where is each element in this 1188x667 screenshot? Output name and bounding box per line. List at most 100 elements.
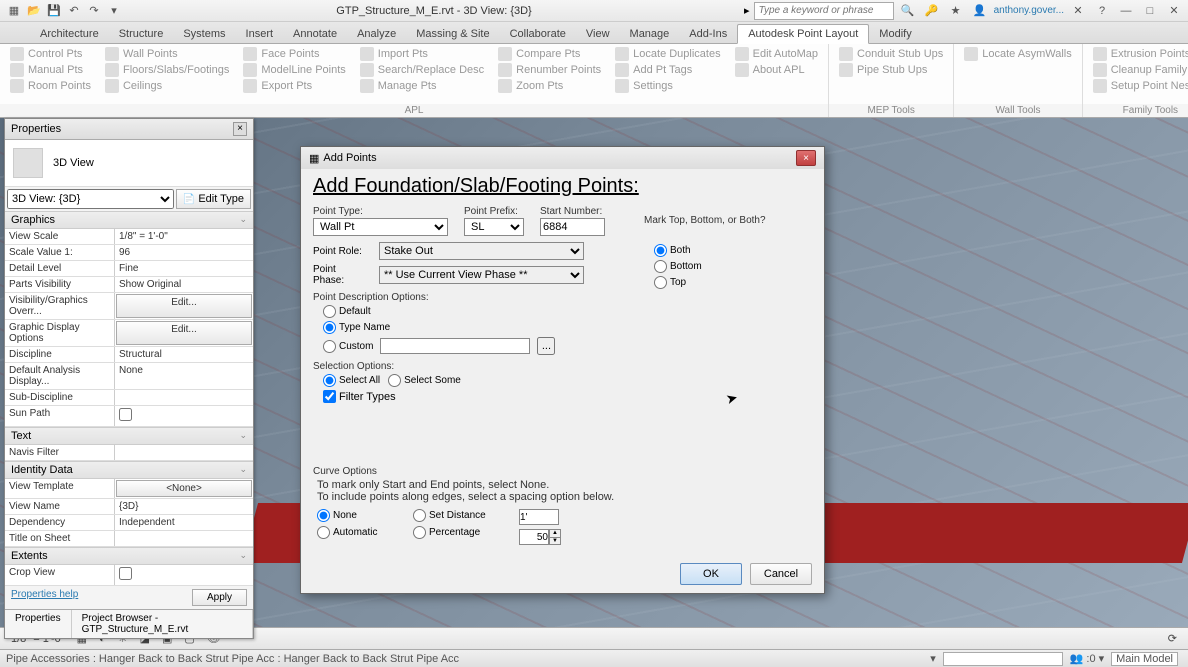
desc-option-custom[interactable]: Custom ...	[323, 337, 804, 355]
mark-option-bottom[interactable]: Bottom	[654, 260, 796, 273]
user-name[interactable]: anthony.gover...	[994, 5, 1064, 16]
prop-value[interactable]	[115, 406, 253, 426]
edit-type-button[interactable]: 📄 Edit Type	[176, 189, 251, 209]
ribbon-btn-add-pt-tags[interactable]: Add Pt Tags	[611, 62, 724, 78]
tab-annotate[interactable]: Annotate	[283, 25, 347, 43]
ribbon-btn-manual-pts[interactable]: Manual Pts	[6, 62, 95, 78]
apply-button[interactable]: Apply	[192, 589, 247, 606]
prop-row[interactable]: Sun Path	[5, 406, 253, 427]
workset-name[interactable]: Main Model	[1111, 652, 1178, 666]
tab-add-ins[interactable]: Add-Ins	[679, 25, 737, 43]
help-icon[interactable]: ?	[1094, 3, 1110, 19]
doc-tab[interactable]: Properties	[5, 610, 72, 638]
tab-architecture[interactable]: Architecture	[30, 25, 109, 43]
prop-value[interactable]: {3D}	[115, 499, 253, 514]
prop-value[interactable]	[115, 565, 253, 585]
ribbon-btn-control-pts[interactable]: Control Pts	[6, 46, 95, 62]
undo-icon[interactable]: ↶	[66, 3, 82, 19]
prop-value[interactable]: Independent	[115, 515, 253, 530]
spinner-up-icon[interactable]: ▲	[550, 530, 560, 537]
workset-dropdown-icon[interactable]: ▾	[1096, 652, 1108, 665]
spinner-down-icon[interactable]: ▼	[550, 537, 560, 544]
prop-value[interactable]: Show Original	[115, 277, 253, 292]
prop-value[interactable]: Edit...	[116, 294, 252, 318]
ribbon-btn-about-apl[interactable]: About APL	[731, 62, 822, 78]
sel-option-select-some[interactable]: Select Some	[388, 374, 461, 387]
tab-systems[interactable]: Systems	[173, 25, 235, 43]
ribbon-btn-pipe-stub-ups[interactable]: Pipe Stub Ups	[835, 62, 947, 78]
ribbon-btn-import-pts[interactable]: Import Pts	[356, 46, 488, 62]
prop-category-extents[interactable]: Extents⌄	[5, 547, 253, 565]
redo-icon[interactable]: ↷	[86, 3, 102, 19]
point-role-select[interactable]: Stake Out	[379, 242, 584, 260]
prop-value[interactable]: 1/8" = 1'-0"	[115, 229, 253, 244]
tab-analyze[interactable]: Analyze	[347, 25, 406, 43]
ribbon-btn-cleanup-family[interactable]: Cleanup Family	[1089, 62, 1188, 78]
desc-option-type-name[interactable]: Type Name	[323, 321, 804, 334]
ribbon-btn-locate-asymwalls[interactable]: Locate AsymWalls	[960, 46, 1075, 62]
ribbon-btn-compare-pts[interactable]: Compare Pts	[494, 46, 605, 62]
properties-help-link[interactable]: Properties help	[11, 589, 78, 606]
selection-filter-icon[interactable]: ▾	[927, 652, 939, 665]
doc-tab[interactable]: Project Browser - GTP_Structure_M_E.rvt	[72, 610, 253, 638]
open-icon[interactable]: 📂	[26, 3, 42, 19]
ribbon-btn-locate-duplicates[interactable]: Locate Duplicates	[611, 46, 724, 62]
dialog-close-icon[interactable]: ×	[796, 150, 816, 166]
desc-option-default[interactable]: Default	[323, 305, 804, 318]
ribbon-btn-face-points[interactable]: Face Points	[239, 46, 349, 62]
distance-input[interactable]	[519, 509, 559, 525]
mark-option-top[interactable]: Top	[654, 276, 796, 289]
workset-icon[interactable]: 👥	[1067, 652, 1087, 665]
ribbon-btn-manage-pts[interactable]: Manage Pts	[356, 78, 488, 94]
prop-row[interactable]: Crop View	[5, 565, 253, 586]
prop-value[interactable]: None	[115, 363, 253, 389]
curve-option-automatic[interactable]: Automatic	[317, 526, 389, 539]
ribbon-btn-export-pts[interactable]: Export Pts	[239, 78, 349, 94]
tab-modify[interactable]: Modify	[869, 25, 921, 43]
filter-types-checkbox[interactable]: Filter Types	[323, 390, 396, 403]
ribbon-btn-wall-points[interactable]: Wall Points	[101, 46, 233, 62]
tab-insert[interactable]: Insert	[236, 25, 284, 43]
tab-autodesk-point-layout[interactable]: Autodesk Point Layout	[737, 24, 869, 44]
prop-category-text[interactable]: Text⌄	[5, 427, 253, 445]
mark-option-both[interactable]: Both	[654, 244, 796, 257]
view-instance-select[interactable]: 3D View: {3D}	[7, 189, 174, 209]
ribbon-btn-floors-slabs-footings[interactable]: Floors/Slabs/Footings	[101, 62, 233, 78]
prop-row[interactable]: Visibility/Graphics Overr...Edit...	[5, 293, 253, 320]
prop-category-graphics[interactable]: Graphics⌄	[5, 211, 253, 229]
ribbon-btn-modelline-points[interactable]: ModelLine Points	[239, 62, 349, 78]
prop-value[interactable]: Edit...	[116, 321, 252, 345]
user-icon[interactable]: 👤	[972, 3, 988, 19]
start-number-input[interactable]	[540, 218, 605, 236]
prop-row[interactable]: Detail LevelFine	[5, 261, 253, 277]
star-icon[interactable]: ★	[948, 3, 964, 19]
ribbon-btn-renumber-points[interactable]: Renumber Points	[494, 62, 605, 78]
ribbon-btn-setup-point-nesting[interactable]: Setup Point Nesting	[1089, 78, 1188, 94]
close-app-icon[interactable]: ✕	[1070, 3, 1086, 19]
prop-value[interactable]: Structural	[115, 347, 253, 362]
curve-option-percentage[interactable]: Percentage	[413, 526, 495, 539]
ok-button[interactable]: OK	[680, 563, 742, 585]
point-phase-select[interactable]: ** Use Current View Phase **	[379, 266, 584, 284]
prop-row[interactable]: Scale Value 1:96	[5, 245, 253, 261]
prop-row[interactable]: View Name{3D}	[5, 499, 253, 515]
window-close-icon[interactable]: ✕	[1166, 3, 1182, 19]
ribbon-btn-room-points[interactable]: Room Points	[6, 78, 95, 94]
browse-button[interactable]: ...	[537, 337, 555, 355]
tab-massing-site[interactable]: Massing & Site	[406, 25, 499, 43]
prop-row[interactable]: Graphic Display OptionsEdit...	[5, 320, 253, 347]
prop-row[interactable]: Sub-Discipline	[5, 390, 253, 406]
prop-row[interactable]: Parts VisibilityShow Original	[5, 277, 253, 293]
more-icon[interactable]: ▾	[106, 3, 122, 19]
prop-value[interactable]: <None>	[116, 480, 252, 497]
nav-sync-icon[interactable]: ⟳	[1165, 632, 1180, 645]
ribbon-btn-ceilings[interactable]: Ceilings	[101, 78, 233, 94]
prop-row[interactable]: DependencyIndependent	[5, 515, 253, 531]
curve-option-none[interactable]: None	[317, 509, 389, 522]
point-type-select[interactable]: Wall Pt	[313, 218, 448, 236]
minimize-icon[interactable]: —	[1118, 3, 1134, 19]
prop-row[interactable]: Title on Sheet	[5, 531, 253, 547]
cancel-button[interactable]: Cancel	[750, 563, 812, 585]
ribbon-btn-settings[interactable]: Settings	[611, 78, 724, 94]
properties-close-icon[interactable]: ×	[233, 122, 247, 136]
